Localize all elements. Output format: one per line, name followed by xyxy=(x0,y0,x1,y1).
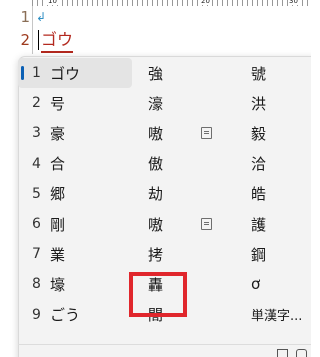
candidate-item[interactable]: 3豪 xyxy=(18,118,132,148)
text-caret xyxy=(38,30,39,50)
candidate-text: ごう xyxy=(50,306,81,325)
candidate-text: 強 xyxy=(148,64,164,83)
candidate-text: 毅 xyxy=(251,124,267,143)
candidate-text: 濠 xyxy=(148,94,164,113)
candidate-text: 合 xyxy=(50,155,66,174)
candidate-text: 嗷 xyxy=(148,124,164,143)
candidate-index: 4 xyxy=(32,155,41,172)
candidate-item[interactable]: 単漢字... xyxy=(251,300,311,330)
candidate-item[interactable]: 轟 xyxy=(148,269,243,299)
ruler-label-30: 30 xyxy=(288,0,299,5)
candidate-text: 轟 xyxy=(148,275,164,294)
newline-return-icon: ↲ xyxy=(36,10,47,24)
column-ruler xyxy=(32,0,311,6)
candidate-index: 8 xyxy=(32,276,41,293)
candidate-text: 嗷 xyxy=(148,215,164,234)
ime-editor-screen: 10 20 30 1 2 ↲ ゴウ 1 ゴウ 2 号 3 豪 4 合 5 郷 6 剛 7 業 8 壕 9 ごう強濠… xyxy=(0,0,311,357)
candidate-item[interactable]: 4合 xyxy=(18,149,132,179)
gutter-divider xyxy=(32,6,33,54)
candidate-item[interactable]: 6剛 xyxy=(18,209,132,239)
candidate-item[interactable]: 護 xyxy=(251,209,311,239)
candidate-text: 劫 xyxy=(148,185,164,204)
candidate-index: 6 xyxy=(32,216,41,232)
candidate-text: 豪 xyxy=(50,124,66,143)
candidate-text: ơ xyxy=(251,275,261,294)
candidate-text: 業 xyxy=(50,245,66,264)
candidate-item[interactable]: 毅 xyxy=(251,118,311,148)
candidate-item[interactable]: 洽 xyxy=(251,149,311,179)
candidate-text: 壕 xyxy=(50,275,66,294)
candidate-item[interactable]: ơ xyxy=(251,269,311,299)
line-number-1: 1 xyxy=(20,8,30,26)
candidate-index: 2 xyxy=(32,95,41,112)
candidate-item[interactable]: 1 ゴウ xyxy=(18,58,132,88)
line-number-2: 2 xyxy=(20,31,30,49)
candidate-item[interactable]: 9 ごう xyxy=(18,300,132,330)
candidate-index: 5 xyxy=(32,185,41,202)
candidate-item[interactable]: 洪 xyxy=(251,88,311,118)
candidate-text: 閤 xyxy=(148,306,164,325)
candidate-item[interactable]: 閤 xyxy=(148,300,243,330)
candidate-item[interactable]: 嗷 xyxy=(148,118,243,148)
candidate-text: 傲 xyxy=(148,155,164,174)
candidate-text: 単漢字... xyxy=(251,309,303,325)
candidate-text: ゴウ xyxy=(50,64,81,83)
candidate-text: 郷 xyxy=(50,185,66,204)
candidate-item[interactable]: 強 xyxy=(148,58,243,88)
candidate-index: 7 xyxy=(32,246,41,263)
composing-text[interactable]: ゴウ xyxy=(41,30,74,53)
candidate-text: 皓 xyxy=(251,185,267,204)
candidate-text: 洽 xyxy=(251,155,267,174)
selection-bar xyxy=(21,66,24,80)
settings-icon[interactable] xyxy=(296,349,307,357)
candidate-item[interactable]: 傲 xyxy=(148,149,243,179)
candidate-item[interactable]: 2号 xyxy=(18,88,132,118)
candidate-index: 1 xyxy=(32,65,41,81)
candidate-index: 3 xyxy=(32,125,41,142)
candidate-item[interactable]: 濠 xyxy=(148,88,243,118)
candidate-text: 號 xyxy=(251,64,267,83)
candidate-text: 剛 xyxy=(50,215,66,234)
candidate-text: 鋼 xyxy=(251,245,267,264)
candidate-index: 9 xyxy=(32,306,41,323)
panel-footer-divider xyxy=(18,344,311,345)
candidate-item[interactable]: 7業 xyxy=(18,239,132,269)
candidate-item[interactable]: 拷 xyxy=(148,239,243,269)
candidate-text: 拷 xyxy=(148,245,164,264)
candidate-text: 号 xyxy=(50,94,66,113)
candidate-text: 洪 xyxy=(251,94,267,113)
window-icon[interactable] xyxy=(277,349,288,357)
candidate-item[interactable]: 8壕 xyxy=(18,269,132,299)
candidate-item[interactable]: 皓 xyxy=(251,179,311,209)
dictionary-note-icon[interactable] xyxy=(201,127,212,140)
ruler-label-20: 20 xyxy=(200,0,211,5)
dictionary-note-icon[interactable] xyxy=(201,218,212,230)
candidate-item[interactable]: 5郷 xyxy=(18,179,132,209)
ruler-label-10: 10 xyxy=(47,0,58,5)
candidate-item[interactable]: 劫 xyxy=(148,179,243,209)
candidate-text: 護 xyxy=(251,215,267,234)
candidate-item[interactable]: 嗷 xyxy=(148,209,243,239)
candidate-item[interactable]: 鋼 xyxy=(251,239,311,269)
candidate-item[interactable]: 號 xyxy=(251,58,311,88)
